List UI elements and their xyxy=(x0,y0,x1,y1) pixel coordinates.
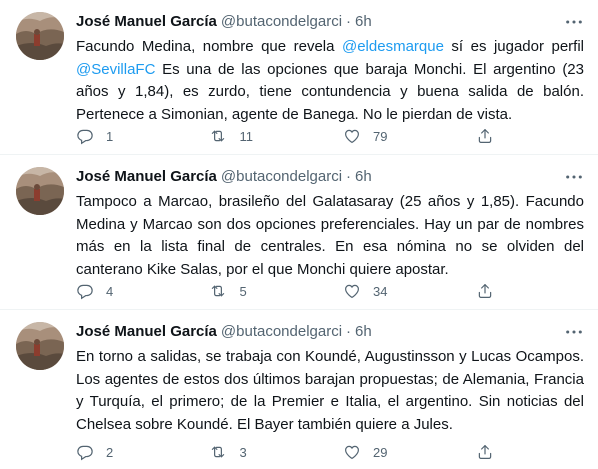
tweet-timestamp[interactable]: 6h xyxy=(355,322,372,342)
heart-icon xyxy=(343,443,373,461)
reply-bubble-icon xyxy=(76,282,106,300)
like-count: 79 xyxy=(372,128,388,144)
tweet-body: José Manuel García @butacondelgarci · 6h… xyxy=(76,322,584,436)
retweet-button[interactable]: 3 xyxy=(209,443,342,461)
author-handle[interactable]: @butacondelgarci xyxy=(221,12,342,32)
separator-dot: · xyxy=(346,168,352,185)
mention-link[interactable]: @eldesmarque xyxy=(342,38,444,55)
reply-bubble-icon xyxy=(76,127,106,145)
tweet-timestamp[interactable]: 6h xyxy=(355,12,372,32)
author-name[interactable]: José Manuel García xyxy=(76,12,217,32)
mention-link[interactable]: @SevillaFC xyxy=(76,61,155,78)
retweet-count: 11 xyxy=(239,128,253,144)
author-handle[interactable]: @butacondelgarci xyxy=(221,322,342,342)
tweet-text-segment: Tampoco a Marcao, brasileño del Galatasa… xyxy=(76,193,584,278)
retweet-button[interactable]: 11 xyxy=(209,127,342,145)
tweet-body: José Manuel García @butacondelgarci · 6h… xyxy=(76,12,584,126)
tweet-text: En torno a salidas, se trabaja con Kound… xyxy=(76,346,584,436)
retweet-icon xyxy=(209,282,239,300)
more-options-button[interactable] xyxy=(564,324,584,340)
reply-button[interactable]: 4 xyxy=(76,282,209,300)
separator-dot: · xyxy=(346,323,352,340)
retweet-button[interactable]: 5 xyxy=(209,282,342,300)
share-icon xyxy=(476,443,506,461)
like-button[interactable]: 29 xyxy=(343,443,476,461)
retweet-count: 3 xyxy=(239,444,247,460)
tweet-text: Tampoco a Marcao, brasileño del Galatasa… xyxy=(76,191,584,281)
heart-icon xyxy=(343,127,373,145)
more-horizontal-icon xyxy=(565,174,583,180)
tweet-actions: 1 11 79 xyxy=(76,126,516,146)
tweet-timestamp[interactable]: 6h xyxy=(355,167,372,187)
share-button[interactable] xyxy=(476,282,516,300)
avatar[interactable] xyxy=(16,12,64,60)
like-button[interactable]: 79 xyxy=(343,127,476,145)
heart-icon xyxy=(343,282,373,300)
tweet-actions: 2 3 29 xyxy=(76,442,516,462)
tweet-header: José Manuel García @butacondelgarci · 6h xyxy=(76,12,584,32)
tweet-header: José Manuel García @butacondelgarci · 6h xyxy=(76,322,584,342)
tweet-actions: 4 5 34 xyxy=(76,281,516,301)
retweet-count: 5 xyxy=(239,283,247,299)
like-count: 29 xyxy=(372,444,388,460)
tweet-text-segment: En torno a salidas, se trabaja con Kound… xyxy=(76,348,584,433)
tweet[interactable]: José Manuel García @butacondelgarci · 6h… xyxy=(0,0,598,155)
reply-bubble-icon xyxy=(76,443,106,461)
reply-button[interactable]: 1 xyxy=(76,127,209,145)
share-icon xyxy=(476,127,506,145)
more-horizontal-icon xyxy=(565,19,583,25)
tweet[interactable]: José Manuel García @butacondelgarci · 6h… xyxy=(0,310,598,469)
more-options-button[interactable] xyxy=(564,14,584,30)
share-button[interactable] xyxy=(476,127,516,145)
reply-count: 2 xyxy=(106,444,114,460)
like-button[interactable]: 34 xyxy=(343,282,476,300)
share-icon xyxy=(476,282,506,300)
more-horizontal-icon xyxy=(565,329,583,335)
retweet-icon xyxy=(209,443,239,461)
reply-button[interactable]: 2 xyxy=(76,443,209,461)
share-button[interactable] xyxy=(476,443,516,461)
separator-dot: · xyxy=(346,13,352,30)
reply-count: 4 xyxy=(106,283,114,299)
reply-count: 1 xyxy=(106,128,114,144)
tweet[interactable]: José Manuel García @butacondelgarci · 6h… xyxy=(0,155,598,310)
more-options-button[interactable] xyxy=(564,169,584,185)
tweet-text: Facundo Medina, nombre que revela @eldes… xyxy=(76,36,584,126)
tweet-thread: José Manuel García @butacondelgarci · 6h… xyxy=(0,0,598,469)
like-count: 34 xyxy=(372,283,388,299)
tweet-text-segment: Facundo Medina, nombre que revela xyxy=(76,38,342,55)
author-handle[interactable]: @butacondelgarci xyxy=(221,167,342,187)
author-name[interactable]: José Manuel García xyxy=(76,167,217,187)
avatar[interactable] xyxy=(16,167,64,215)
avatar[interactable] xyxy=(16,322,64,370)
retweet-icon xyxy=(209,127,239,145)
tweet-text-segment: sí es jugador perfil xyxy=(443,38,584,55)
author-name[interactable]: José Manuel García xyxy=(76,322,217,342)
tweet-body: José Manuel García @butacondelgarci · 6h… xyxy=(76,167,584,281)
tweet-header: José Manuel García @butacondelgarci · 6h xyxy=(76,167,584,187)
